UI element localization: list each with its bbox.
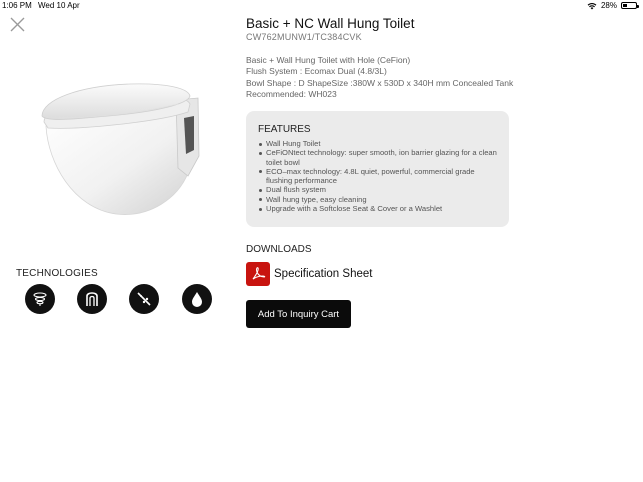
siphon-trap-icon[interactable] — [77, 284, 107, 314]
product-code: CW762MUNW1/TC384CVK — [246, 32, 362, 42]
description-line: Recommended: WH023 — [246, 89, 337, 100]
feature-item: Wall hung type, easy cleaning — [258, 195, 497, 204]
no-clog-icon[interactable] — [129, 284, 159, 314]
wifi-icon — [587, 2, 597, 9]
water-drop-icon[interactable] — [182, 284, 212, 314]
close-icon — [10, 17, 25, 32]
no-clog-glyph — [137, 292, 151, 306]
specification-sheet-label: Specification Sheet — [274, 268, 373, 280]
tornado-flush-glyph — [33, 292, 47, 306]
battery-icon — [621, 2, 639, 9]
description-line: Bowl Shape : D ShapeSize :380W x 530D x … — [246, 77, 514, 88]
pdf-glyph — [252, 267, 266, 280]
siphon-trap-glyph — [86, 292, 98, 306]
downloads-label: DOWNLOADS — [246, 244, 312, 255]
technologies-icons — [25, 284, 215, 316]
water-drop-glyph — [192, 292, 202, 307]
features-title: FEATURES — [258, 124, 311, 135]
features-panel: FEATURES Wall Hung Toilet CeFiONtect tec… — [246, 111, 509, 227]
feature-item: Wall Hung Toilet — [258, 139, 497, 148]
battery-fill — [623, 4, 627, 7]
pdf-icon — [246, 262, 270, 286]
close-button[interactable] — [10, 17, 25, 32]
add-to-inquiry-cart-button[interactable]: Add To Inquiry Cart — [246, 300, 351, 328]
specification-sheet-link[interactable]: Specification Sheet — [246, 262, 372, 286]
status-date: Wed 10 Apr — [38, 1, 80, 10]
status-indicators: 28% — [587, 1, 639, 10]
status-time: 1:06 PM — [2, 1, 32, 10]
feature-item: Dual flush system — [258, 185, 497, 194]
product-image — [41, 83, 200, 215]
feature-item: CeFiONtect technology: super smooth, ion… — [258, 148, 497, 167]
product-description: Basic + Wall Hung Toilet with Hole (CeFi… — [246, 55, 513, 101]
technologies-label: TECHNOLOGIES — [16, 268, 98, 279]
description-line: Flush System : Ecomax Dual (4.8/3L) — [246, 66, 387, 77]
battery-percent: 28% — [600, 1, 617, 10]
description-line: Basic + Wall Hung Toilet with Hole (CeFi… — [246, 55, 411, 65]
status-bar: 1:06 PM Wed 10 Apr 28% — [0, 0, 643, 11]
feature-item: ECO–max technology: 4.8L quiet, powerful… — [258, 167, 497, 186]
product-title: Basic + NC Wall Hung Toilet — [246, 16, 415, 31]
tornado-flush-icon[interactable] — [25, 284, 55, 314]
features-list: Wall Hung Toilet CeFiONtect technology: … — [258, 139, 497, 213]
feature-item: Upgrade with a Softclose Seat & Cover or… — [258, 204, 497, 213]
